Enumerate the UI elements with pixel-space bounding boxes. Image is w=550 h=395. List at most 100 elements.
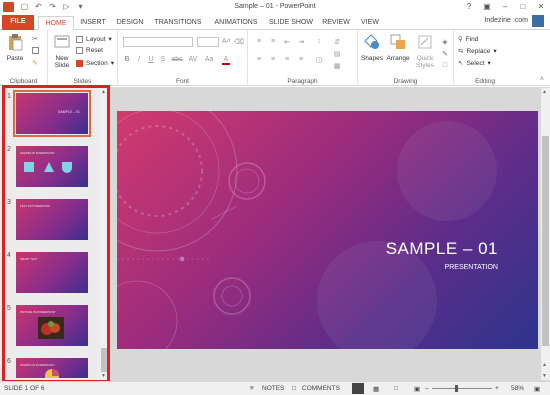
avatar[interactable] xyxy=(532,15,544,27)
slide-thumbnail-1[interactable]: SAMPLE – 01 xyxy=(13,90,91,137)
increase-indent-icon[interactable]: ⇥ xyxy=(296,38,306,46)
align-right-icon[interactable]: ≡ xyxy=(282,56,292,63)
reset-icon xyxy=(76,47,83,54)
slide-title[interactable]: SAMPLE – 01 xyxy=(386,239,498,259)
tab-review[interactable]: REVIEW xyxy=(318,16,354,30)
ribbon-display-icon[interactable]: ▣ xyxy=(482,2,492,11)
font-size-dropdown[interactable] xyxy=(197,37,219,47)
select-button[interactable]: ↖ Select ▾ xyxy=(458,59,491,68)
new-slide-button[interactable]: New Slide xyxy=(50,33,74,69)
thumbnail-number: 2 xyxy=(7,146,11,153)
user-account[interactable]: Indezine .com xyxy=(484,17,528,24)
paste-button[interactable]: Paste xyxy=(4,33,26,62)
close-icon[interactable]: ✕ xyxy=(536,2,546,11)
shapes-button[interactable]: Shapes xyxy=(360,33,384,62)
numbering-icon[interactable]: ≡ xyxy=(268,38,278,45)
align-text-icon[interactable]: ▤ xyxy=(332,50,342,58)
grow-font-icon[interactable]: A˄ xyxy=(222,38,231,45)
shadow-button[interactable]: S xyxy=(159,56,167,63)
columns-icon[interactable]: ◫ xyxy=(314,56,324,64)
thumbnail-text: CHARTS IN POWERPOINT xyxy=(20,363,55,367)
layout-icon xyxy=(76,35,83,43)
scroll-up-icon[interactable]: ▲ xyxy=(542,89,547,95)
shape-effects-icon[interactable]: □ xyxy=(440,62,450,69)
tab-file[interactable]: FILE xyxy=(2,15,34,30)
notes-button[interactable]: NOTES xyxy=(262,385,284,392)
reset-label: Reset xyxy=(86,47,103,54)
decrease-indent-icon[interactable]: ⇤ xyxy=(282,38,292,46)
align-left-icon[interactable]: ≡ xyxy=(254,56,264,63)
section-button[interactable]: Section ▾ xyxy=(76,59,114,67)
align-center-icon[interactable]: ≡ xyxy=(268,56,278,63)
editor-scrollbar[interactable]: ▲ ▲ ▼ xyxy=(541,88,550,380)
tab-transitions[interactable]: TRANSITIONS xyxy=(150,16,206,30)
italic-button[interactable]: I xyxy=(135,56,143,63)
thumbnail-text: TEXT IN POWERPOINT xyxy=(20,204,51,208)
minimize-icon[interactable]: – xyxy=(500,2,510,11)
slide-sorter-icon[interactable]: ▦ xyxy=(373,385,379,393)
slide-thumbnail-2[interactable]: SHAPES IN POWERPOINT xyxy=(16,146,88,187)
zoom-out-icon[interactable]: – xyxy=(425,385,429,392)
clear-formatting-icon[interactable]: ⌫ xyxy=(234,38,244,46)
cut-icon[interactable]: ✂ xyxy=(32,35,39,43)
tab-slide-show[interactable]: SLIDE SHOW xyxy=(266,16,316,30)
underline-button[interactable]: U xyxy=(147,56,155,63)
zoom-slider[interactable] xyxy=(432,388,492,389)
tab-view[interactable]: VIEW xyxy=(356,16,384,30)
zoom-slider-handle[interactable] xyxy=(455,385,458,392)
thumbnail-scrollbar-thumb[interactable] xyxy=(101,348,107,372)
tab-home[interactable]: HOME xyxy=(38,16,74,31)
shape-fill-icon[interactable]: ◈ xyxy=(440,38,450,46)
character-spacing-button[interactable]: AV xyxy=(188,56,198,63)
tab-animations[interactable]: ANIMATIONS xyxy=(208,16,264,30)
layout-button[interactable]: Layout ▾ xyxy=(76,35,112,43)
slideshow-view-icon[interactable]: ▣ xyxy=(414,385,420,393)
bullets-icon[interactable]: ≡ xyxy=(254,38,264,45)
replace-button[interactable]: ⇆ Replace ▾ xyxy=(458,47,497,56)
thumbnail-scrollbar[interactable]: ▲ ▼ xyxy=(100,88,108,380)
reading-view-icon[interactable]: □ xyxy=(394,385,398,392)
fit-slide-icon[interactable]: ▣ xyxy=(534,385,540,393)
line-spacing-icon[interactable]: ↕ xyxy=(314,38,324,45)
scroll-up-icon[interactable]: ▲ xyxy=(101,89,106,95)
change-case-button[interactable]: Aa xyxy=(204,56,214,63)
bold-button[interactable]: B xyxy=(123,56,131,63)
justify-icon[interactable]: ≡ xyxy=(296,56,306,63)
slide-thumbnail-4[interactable]: SMART TEXT xyxy=(16,252,88,293)
comments-button[interactable]: COMMENTS xyxy=(302,385,340,392)
previous-slide-icon[interactable]: ▲ xyxy=(542,362,547,368)
tab-insert[interactable]: INSERT xyxy=(76,16,110,30)
reset-button[interactable]: Reset xyxy=(76,47,103,54)
format-painter-icon[interactable]: ✎ xyxy=(32,59,39,67)
next-slide-icon[interactable]: ▼ xyxy=(542,373,547,379)
slide-subtitle[interactable]: PRESENTATION xyxy=(445,264,498,271)
editor-scrollbar-thumb[interactable] xyxy=(542,136,549,346)
chevron-down-icon: ▾ xyxy=(108,36,112,43)
collapse-ribbon-icon[interactable]: ˄ xyxy=(540,76,544,83)
slide-canvas[interactable]: SAMPLE – 01 PRESENTATION xyxy=(117,111,538,349)
slide-thumbnail-6[interactable]: CHARTS IN POWERPOINT xyxy=(16,358,88,378)
font-name-dropdown[interactable] xyxy=(123,37,193,47)
maximize-icon[interactable]: □ xyxy=(518,2,528,11)
copy-icon[interactable] xyxy=(32,47,39,54)
shape-outline-icon[interactable]: ✎ xyxy=(440,50,450,58)
strikethrough-button[interactable]: abc xyxy=(171,56,183,63)
help-icon[interactable]: ? xyxy=(464,2,474,11)
tab-design[interactable]: DESIGN xyxy=(112,16,148,30)
arrange-button[interactable]: Arrange xyxy=(384,33,412,62)
scroll-down-icon[interactable]: ▼ xyxy=(101,373,106,379)
zoom-in-icon[interactable]: + xyxy=(495,385,499,392)
smartart-icon[interactable]: ▦ xyxy=(332,62,342,70)
comments-icon[interactable]: □ xyxy=(292,385,296,392)
slide-thumbnail-3[interactable]: TEXT IN POWERPOINT xyxy=(16,199,88,240)
notes-icon[interactable]: ≡ xyxy=(250,385,254,392)
slide-background-graphic xyxy=(117,111,497,349)
quick-styles-button[interactable]: Quick Styles xyxy=(412,33,438,69)
normal-view-icon[interactable] xyxy=(352,383,364,394)
font-color-button[interactable]: A xyxy=(222,56,230,65)
thumbnail-text: SHAPES IN POWERPOINT xyxy=(20,151,55,155)
zoom-level[interactable]: 58% xyxy=(511,385,524,392)
find-button[interactable]: ⚲ Find xyxy=(458,35,478,44)
slide-thumbnail-5[interactable]: PICTURE IN POWERPOINT xyxy=(16,305,88,346)
text-direction-icon[interactable]: ⇵ xyxy=(332,38,342,46)
